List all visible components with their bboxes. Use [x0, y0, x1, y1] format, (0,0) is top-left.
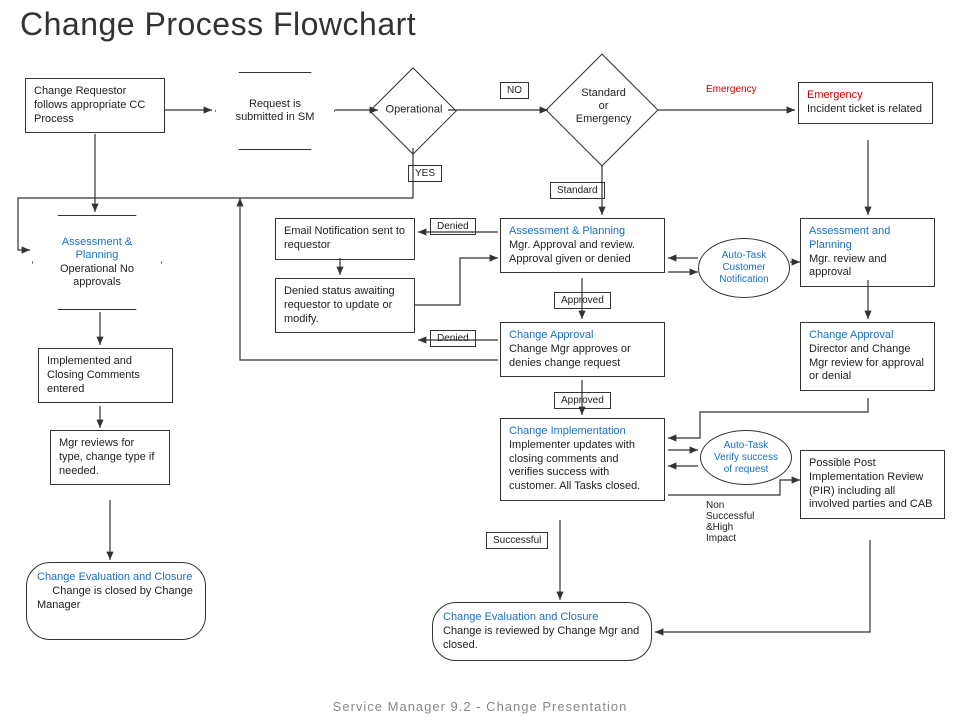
- node-impl-close: Implemented and Closing Comments entered: [38, 348, 173, 403]
- tag-non-success: Non Successful &High Impact: [700, 498, 770, 546]
- tag-denied1: Denied: [430, 218, 476, 235]
- assess-plan-t: Assessment & Planning: [509, 225, 625, 237]
- node-change-approval-emerg: Change Approval Director and Change Mgr …: [800, 322, 935, 391]
- eval-closure-c-t: Change Evaluation and Closure: [443, 611, 598, 623]
- oval-customer-notif: Auto-Task Customer Notification: [698, 238, 790, 298]
- node-pir: Possible Post Implementation Review (PIR…: [800, 450, 945, 519]
- change-impl-t: Change Implementation: [509, 425, 626, 437]
- emerg-ticket-t: Emergency: [807, 89, 863, 101]
- node-std-emerg-decision: Standard or Emergency: [545, 53, 658, 166]
- footer-text: Service Manager 9.2 - Change Presentatio…: [0, 699, 960, 714]
- assess-emerg-t: Assessment and Planning: [809, 225, 890, 251]
- tag-approved1: Approved: [554, 292, 611, 309]
- node-assess-plan: Assessment & Planning Mgr. Approval and …: [500, 218, 665, 273]
- eval-closure-c-b: Change is reviewed by Change Mgr and clo…: [443, 625, 639, 651]
- node-change-impl: Change Implementation Implementer update…: [500, 418, 665, 501]
- tag-successful: Successful: [486, 532, 548, 549]
- node-assess-emerg: Assessment and Planning Mgr. review and …: [800, 218, 935, 287]
- tag-denied2: Denied: [430, 330, 476, 347]
- assess-op-b: Operational No approvals: [47, 263, 147, 289]
- assess-emerg-b: Mgr. review and approval: [809, 253, 887, 279]
- eval-closure-l-t: Change Evaluation and Closure: [37, 571, 192, 583]
- node-request-sm: Request is submitted in SM: [215, 72, 335, 150]
- node-denied-status: Denied status awaiting requestor to upda…: [275, 278, 415, 333]
- tag-yes: YES: [408, 165, 442, 182]
- tag-approved2: Approved: [554, 392, 611, 409]
- assess-plan-b: Mgr. Approval and review. Approval given…: [509, 239, 635, 265]
- node-eval-closure-center: Change Evaluation and Closure Change is …: [432, 602, 652, 661]
- assess-op-t: Assessment & Planning: [47, 236, 147, 262]
- change-appr-e-b: Director and Change Mgr review for appro…: [809, 343, 924, 383]
- node-assess-op: Assessment & Planning Operational No app…: [32, 215, 162, 310]
- change-appr-b: Change Mgr approves or denies change req…: [509, 343, 631, 369]
- std-emerg-l2: or: [599, 100, 609, 112]
- oval-verify: Auto-Task Verify success of request: [700, 430, 792, 485]
- node-change-approval: Change Approval Change Mgr approves or d…: [500, 322, 665, 377]
- tag-no: NO: [500, 82, 529, 99]
- change-appr-t: Change Approval: [509, 329, 593, 341]
- emerg-ticket-b: Incident ticket is related: [807, 103, 922, 115]
- operational-q-label: Operational: [386, 103, 443, 115]
- tag-emergency: Emergency: [700, 82, 763, 97]
- std-emerg-l1: Standard: [581, 87, 626, 99]
- change-appr-e-t: Change Approval: [809, 329, 893, 341]
- node-eval-closure-left: Change Evaluation and Closure Change is …: [26, 562, 206, 640]
- node-email-notif: Email Notification sent to requestor: [275, 218, 415, 260]
- node-requestor: Change Requestor follows appropriate CC …: [25, 78, 165, 133]
- node-operational-decision: Operational: [369, 67, 457, 155]
- node-mgr-reviews: Mgr reviews for type, change type if nee…: [50, 430, 170, 485]
- eval-closure-l-b: Change is closed by Change Manager: [37, 585, 193, 611]
- page-title: Change Process Flowchart: [20, 6, 416, 43]
- node-emergency-ticket: Emergency Incident ticket is related: [798, 82, 933, 124]
- change-impl-b: Implementer updates with closing comment…: [509, 439, 640, 492]
- node-request-sm-label: Request is submitted in SM: [230, 98, 320, 124]
- tag-standard: Standard: [550, 182, 605, 199]
- std-emerg-l3: Emergency: [576, 114, 632, 126]
